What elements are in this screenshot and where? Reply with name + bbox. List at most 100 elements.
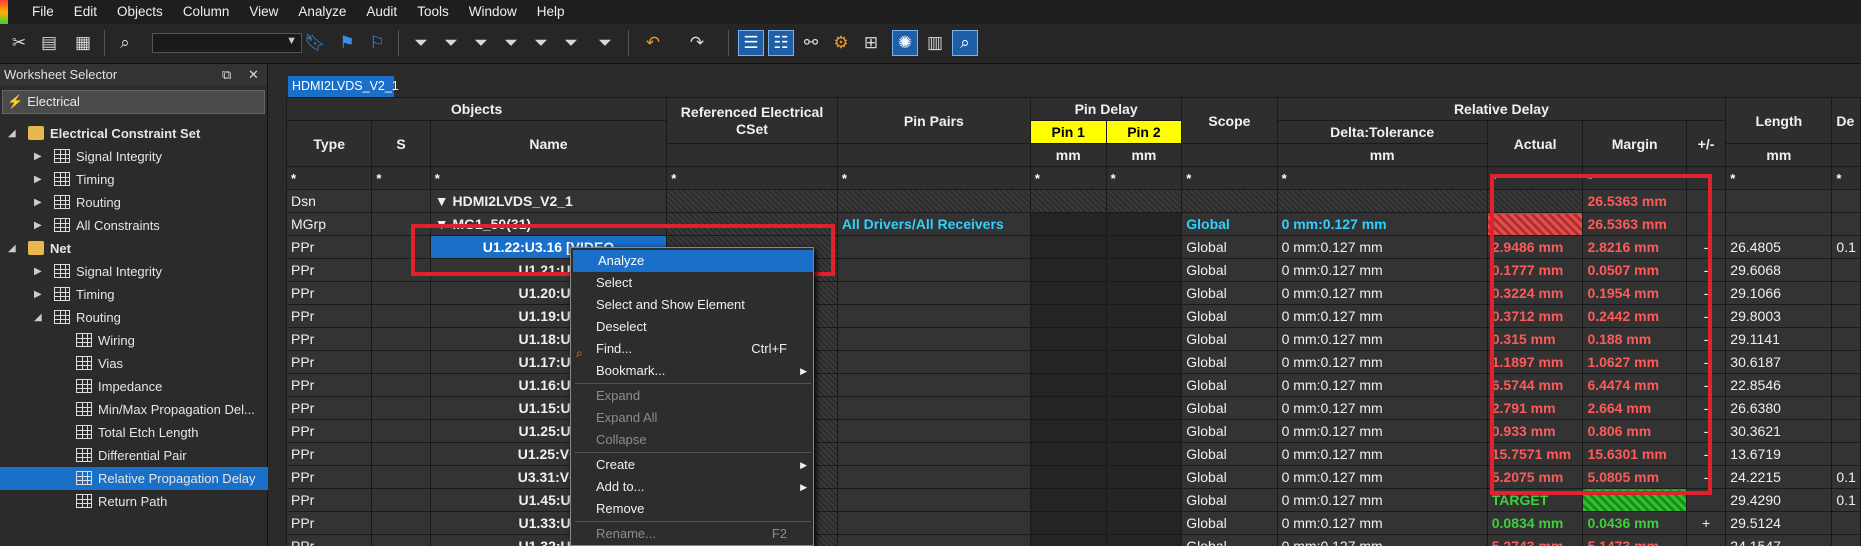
filter-scope[interactable]: * [1181,166,1278,190]
cell-pin1[interactable] [1105,189,1183,213]
cell-margin[interactable]: 5.0805 mm [1582,465,1687,489]
cell-scope[interactable]: Global [1181,465,1278,489]
cell-actual[interactable]: 2.791 mm [1486,396,1584,420]
cell-pin1[interactable] [1105,350,1183,374]
undo-icon[interactable]: ↶ [640,30,666,56]
cell-type[interactable]: PPr [286,396,373,420]
cell-ref-cset[interactable] [371,281,431,305]
cell-blank[interactable] [1029,511,1107,535]
cell-pin_pairs[interactable] [836,189,1031,213]
cell-next[interactable] [1831,212,1861,236]
table-row[interactable]: PPr U1.32:U3 Global 0 mm:0.127 mm 5.2743 mm 5… [286,534,1861,546]
cell-type[interactable]: PPr [286,327,373,351]
cell-delta[interactable]: 0 mm:0.127 mm [1276,442,1488,466]
cell-actual[interactable]: 5.2075 mm [1486,465,1584,489]
domain-selector[interactable]: ⚡ Electrical [2,90,265,114]
cell-pin1[interactable] [1105,465,1183,489]
menu-item-add-to[interactable]: Add to... ▶ [571,476,813,498]
cell-ref-cset[interactable] [371,396,431,420]
menu-analyze[interactable]: Analyze [288,0,356,24]
cell-ref-cset[interactable] [371,350,431,374]
cell-pin_pairs[interactable] [836,511,1031,535]
menu-item-rename[interactable]: Rename... F2 [571,523,813,545]
table-row[interactable]: PPr U3.31:VC Global 0 mm:0.127 mm 5.2075 mm 5… [286,465,1861,489]
cell-pm[interactable]: - [1685,327,1727,351]
cell-blank[interactable] [1029,235,1107,259]
cell-length[interactable]: 29.1141 [1725,327,1833,351]
table-row[interactable]: PPr U1.22:U3.16 [VIDEO Global 0 mm:0.127 mm… [286,235,1861,259]
cell-length[interactable]: 29.4290 [1725,488,1833,512]
cut-icon[interactable]: ✂ [6,30,32,56]
cell-margin[interactable]: 5.1473 mm [1582,534,1687,546]
table-row[interactable]: PPr U1.15:U3 Global 0 mm:0.127 mm 2.791 mm 2.… [286,396,1861,420]
cell-name[interactable]: ▼ HDMI2LVDS_V2_1 [429,189,668,213]
menu-item-expand[interactable]: Expand [571,385,813,407]
cell-pin_pairs[interactable] [836,419,1031,443]
cell-actual[interactable]: 0.0834 mm [1486,511,1584,535]
cell-pm[interactable]: - [1685,534,1727,546]
pin-icon[interactable]: ⧉ [222,64,231,86]
cell-ref-cset[interactable] [371,419,431,443]
sheet-2-icon[interactable]: ☷ [768,30,794,56]
menu-help[interactable]: Help [527,0,575,24]
cell-scope[interactable]: Global [1181,442,1278,466]
cell-pin_pairs[interactable] [836,396,1031,420]
collapsed-arrow-icon[interactable]: ▶ [34,191,42,214]
cell-pin1[interactable] [1105,511,1183,535]
cell-pin1[interactable] [1105,488,1183,512]
cell-blank[interactable] [1029,212,1107,236]
cell-pin_pairs[interactable] [836,534,1031,546]
cell-pin1[interactable] [1105,304,1183,328]
tree-item-timing[interactable]: ▶ Timing [0,283,268,306]
cell-pin_pairs[interactable] [836,281,1031,305]
filter-name[interactable]: * [429,166,668,190]
search-magnifier-icon[interactable]: ⌕ [952,30,978,56]
cell-length[interactable]: 22.8546 [1725,373,1833,397]
cell-actual[interactable]: 0.1777 mm [1486,258,1584,282]
tree-item-total-etch-length[interactable]: Total Etch Length [0,421,268,444]
cell-type[interactable]: MGrp [286,212,373,236]
cell-pin1[interactable] [1105,419,1183,443]
cell-scope[interactable]: Global [1181,488,1278,512]
cell-pm[interactable]: + [1685,511,1727,535]
cell-type[interactable]: PPr [286,304,373,328]
cell-pm[interactable]: - [1685,258,1727,282]
cell-blank[interactable] [1029,304,1107,328]
cell-pin_pairs[interactable] [836,488,1031,512]
cell-actual[interactable]: 2.9486 mm [1486,235,1584,259]
menu-item-bookmark[interactable]: Bookmark... ▶ [571,360,813,382]
menu-item-remove[interactable]: Remove [571,498,813,520]
cell-ref-cset[interactable] [371,511,431,535]
cell-ref-cset[interactable] [371,534,431,546]
cell-ref-cset[interactable] [371,189,431,213]
cell-scope[interactable]: Global [1181,327,1278,351]
collapsed-arrow-icon[interactable]: ▶ [34,260,42,283]
tab-hdmi2lvds[interactable]: HDMI2LVDS_V2_1 [288,76,399,97]
expanded-arrow-icon[interactable]: ◢ [34,306,42,329]
table-row[interactable]: PPr U1.25:VC Global 0 mm:0.127 mm 15.7571 mm… [286,442,1861,466]
cell-type[interactable]: PPr [286,281,373,305]
table-row[interactable]: Dsn ▼ HDMI2LVDS_V2_1 26.5363 mm [286,189,1861,213]
cell-scope[interactable]: Global [1181,281,1278,305]
cell-scope[interactable]: Global [1181,304,1278,328]
filter-6-icon[interactable]: ⏷ [592,30,618,56]
cell-scope[interactable]: Global [1181,373,1278,397]
cell-pin1[interactable] [1105,327,1183,351]
cell-actual[interactable]: 0.933 mm [1486,419,1584,443]
cell-actual[interactable]: 15.7571 mm [1486,442,1584,466]
cell-pin1[interactable] [1105,373,1183,397]
filter-margin[interactable]: * [1582,166,1687,190]
cell-ref-cset[interactable] [371,488,431,512]
cell-delta[interactable]: 0 mm:0.127 mm [1276,350,1488,374]
cell-pin1[interactable] [1105,442,1183,466]
tree-item-relative-propagation-delay[interactable]: Relative Propagation Delay [0,467,268,490]
cell-delta[interactable]: 0 mm:0.127 mm [1276,235,1488,259]
cell-pin_pairs[interactable] [836,350,1031,374]
cell-type[interactable]: Dsn [286,189,373,213]
cell-pin_pairs[interactable] [836,465,1031,489]
copy-icon[interactable]: ▤ [36,30,62,56]
cell-pin1[interactable] [1105,396,1183,420]
filter-pin1[interactable]: * [1029,166,1107,190]
cell-length[interactable]: 30.6187 [1725,350,1833,374]
cell-margin[interactable]: 0.2442 mm [1582,304,1687,328]
